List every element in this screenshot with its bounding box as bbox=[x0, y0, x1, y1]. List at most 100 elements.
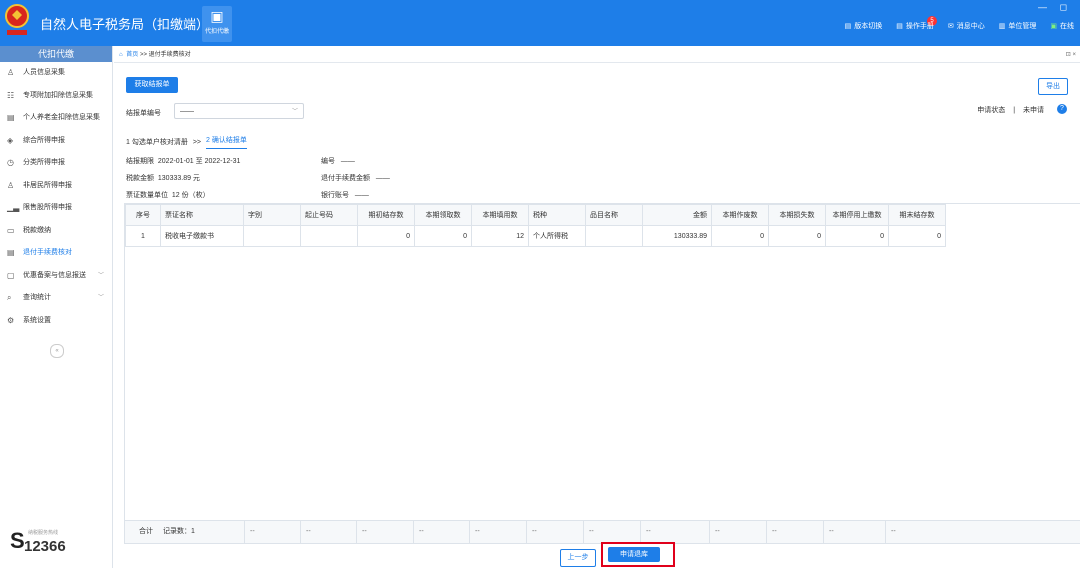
sidebar-item-label: 优惠备案与信息报送 bbox=[23, 271, 86, 279]
col-header-voided[interactable]: 本期作废数 bbox=[711, 204, 769, 226]
period-value: 2022-01-01 至 2022-12-31 bbox=[157, 158, 241, 165]
amount-value: 130333.89 元 bbox=[157, 175, 200, 182]
folder-icon: ▭ bbox=[7, 225, 15, 235]
sidebar-collapse-button[interactable]: « bbox=[50, 344, 64, 358]
table-header-row: 序号 票证名称 字别 起止号码 期初结存数 本期领取数 本期填用数 税种 品目名… bbox=[125, 204, 946, 226]
footer-cell: -- bbox=[244, 521, 255, 543]
version-switch-link[interactable]: ▤ 版本切换 bbox=[845, 21, 883, 31]
voucher-grid: 序号 票证名称 字别 起止号码 期初结存数 本期领取数 本期填用数 税种 品目名… bbox=[125, 204, 946, 247]
sidebar-item-person-info[interactable]: ♙ 人员信息采集 bbox=[0, 62, 112, 85]
hotline-icon: S bbox=[10, 528, 25, 553]
footer-cell: -- bbox=[413, 521, 424, 543]
col-header-item-name[interactable]: 品目名称 bbox=[585, 204, 643, 226]
unit-label: 票证数量单位 bbox=[126, 192, 168, 199]
sidebar-item-settings[interactable]: ⚙ 系统设置 bbox=[0, 310, 112, 333]
cell-closing: 0 bbox=[888, 225, 946, 247]
help-icon[interactable]: ? bbox=[1057, 104, 1067, 114]
list-icon: ☷ bbox=[7, 90, 15, 100]
org-manage-label: 单位管理 bbox=[1008, 23, 1037, 30]
table-footer-row: 合计 记录数：1 -- -- -- -- -- -- -- -- -- -- -… bbox=[125, 520, 1080, 543]
breadcrumb-home[interactable]: 首页 bbox=[126, 52, 138, 58]
col-header-lost[interactable]: 本期损失数 bbox=[768, 204, 826, 226]
toolbar-links: ▤ 版本切换 ▤ 操作手册 ✉ 消息中心 ▥ 单位管理 ▣ 在线 bbox=[845, 21, 1074, 31]
chart-icon: ▁▃ bbox=[7, 203, 20, 212]
sidebar-header: 代扣代缴 bbox=[0, 46, 112, 62]
footer-cell: -- bbox=[709, 521, 720, 543]
message-center-link[interactable]: ✉ 消息中心 bbox=[948, 21, 985, 31]
tab-close-icon[interactable]: ⊡ × bbox=[1066, 48, 1076, 62]
step-2[interactable]: 2 确认结报单 bbox=[206, 135, 247, 149]
step-1[interactable]: 1 勾选单户核对清册 bbox=[126, 137, 188, 147]
col-header-suspended[interactable]: 本期停用上缴数 bbox=[825, 204, 889, 226]
col-header-word[interactable]: 字别 bbox=[243, 204, 301, 226]
export-button[interactable]: 导出 bbox=[1038, 78, 1068, 95]
module-withholding-button[interactable]: ▣ 代扣代缴 bbox=[202, 6, 232, 42]
breadcrumb: ⌂ 首页 >> 退付手续费核对 ⊡ × bbox=[114, 48, 1080, 63]
sidebar-item-label: 查询统计 bbox=[23, 294, 51, 301]
tax-emblem-icon bbox=[5, 4, 29, 35]
online-label: 在线 bbox=[1060, 23, 1074, 30]
footer-cell: -- bbox=[885, 521, 896, 543]
footer-cell: -- bbox=[766, 521, 777, 543]
window-controls[interactable]: — ◻ bbox=[1038, 2, 1072, 13]
sidebar-item-special-deduction[interactable]: ☷ 专项附加扣除信息采集 bbox=[0, 85, 112, 108]
col-header-number-range[interactable]: 起止号码 bbox=[300, 204, 358, 226]
sidebar-item-restricted-stock[interactable]: ▁▃ 限售股所得申报 bbox=[0, 197, 112, 220]
sidebar-item-nonresident[interactable]: ♙ 非居民所得申报 bbox=[0, 175, 112, 198]
unit-value: 12 份（枚） bbox=[171, 192, 210, 199]
period-label: 结报期限 bbox=[126, 158, 154, 165]
col-header-received[interactable]: 本期领取数 bbox=[414, 204, 472, 226]
chevron-down-icon: ﹀ bbox=[97, 272, 104, 279]
col-header-used[interactable]: 本期填用数 bbox=[471, 204, 529, 226]
col-header-opening[interactable]: 期初结存数 bbox=[357, 204, 415, 226]
home-icon[interactable]: ⌂ bbox=[119, 52, 123, 58]
step-indicator: 1 勾选单户核对清册 >> 2 确认结报单 bbox=[126, 135, 247, 149]
fee-label: 退付手续费金额 bbox=[321, 175, 370, 182]
apply-refund-button[interactable]: 申请退库 bbox=[608, 547, 660, 562]
user-globe-icon: ♙ bbox=[7, 180, 15, 190]
breadcrumb-sep: >> bbox=[139, 52, 147, 58]
manual-link[interactable]: ▤ 操作手册 bbox=[896, 21, 934, 31]
online-status[interactable]: ▣ 在线 bbox=[1050, 21, 1074, 31]
prev-step-button[interactable]: 上一步 bbox=[560, 549, 596, 567]
sidebar-item-pension[interactable]: ▤ 个人养老金扣除信息采集 bbox=[0, 107, 112, 130]
no-value: —— bbox=[340, 158, 355, 165]
sidebar-item-category[interactable]: ◷ 分类所得申报 bbox=[0, 152, 112, 175]
shield-icon: ▢ bbox=[7, 270, 15, 280]
cell-seq: 1 bbox=[125, 225, 161, 247]
sidebar-item-label: 个人养老金扣除信息采集 bbox=[23, 114, 100, 121]
col-header-amount[interactable]: 金额 bbox=[642, 204, 712, 226]
status-sep: | bbox=[1013, 107, 1016, 114]
col-header-seq[interactable]: 序号 bbox=[125, 204, 161, 226]
col-header-closing[interactable]: 期末结存数 bbox=[888, 204, 946, 226]
sidebar-item-label: 限售股所得申报 bbox=[23, 204, 72, 211]
fee-value: —— bbox=[375, 175, 390, 182]
bank-value: —— bbox=[354, 192, 369, 199]
chevron-down-icon: ﹀ bbox=[291, 109, 298, 115]
title-bar: 自然人电子税务局（扣缴端） ▣ 代扣代缴 5 ▤ 版本切换 ▤ 操作手册 ✉ 消息中心… bbox=[0, 0, 1080, 46]
table-row[interactable]: 1 税收电子缴款书 0 0 12 个人所得税 130333.89 0 0 0 0 bbox=[125, 225, 946, 247]
col-header-voucher-name[interactable]: 票证名称 bbox=[160, 204, 244, 226]
sidebar-item-preferential[interactable]: ▢ 优惠备案与信息报送 ﹀ bbox=[0, 265, 112, 288]
step-sep: >> bbox=[192, 138, 202, 146]
message-center-label: 消息中心 bbox=[956, 23, 985, 30]
cell-opening: 0 bbox=[357, 225, 415, 247]
org-manage-link[interactable]: ▥ 单位管理 bbox=[999, 21, 1037, 31]
card-icon: ▤ bbox=[7, 113, 15, 122]
cell-word bbox=[243, 225, 301, 247]
hotline-number: 12366 bbox=[24, 538, 66, 555]
gear-icon: ⚙ bbox=[7, 315, 15, 325]
report-no-select[interactable]: —— ﹀ bbox=[174, 103, 304, 119]
sidebar-item-query[interactable]: ⌕ 查询统计 ﹀ bbox=[0, 287, 112, 310]
wallet-icon: ▣ bbox=[210, 8, 224, 24]
sidebar-item-fee-refund[interactable]: ▤ 退付手续费核对 bbox=[0, 242, 112, 265]
no-info: 编号 —— bbox=[321, 156, 355, 166]
col-header-tax-type[interactable]: 税种 bbox=[528, 204, 586, 226]
sidebar-item-comprehensive[interactable]: ◈ 综合所得申报 bbox=[0, 130, 112, 153]
get-report-button[interactable]: 获取结报单 bbox=[126, 77, 178, 93]
cell-voided: 0 bbox=[711, 225, 769, 247]
search-icon: ⌕ bbox=[7, 293, 12, 302]
cell-voucher-name: 税收电子缴款书 bbox=[160, 225, 244, 247]
person-icon: ♙ bbox=[7, 68, 15, 77]
sidebar-item-tax-payment[interactable]: ▭ 税款缴纳 bbox=[0, 220, 112, 243]
